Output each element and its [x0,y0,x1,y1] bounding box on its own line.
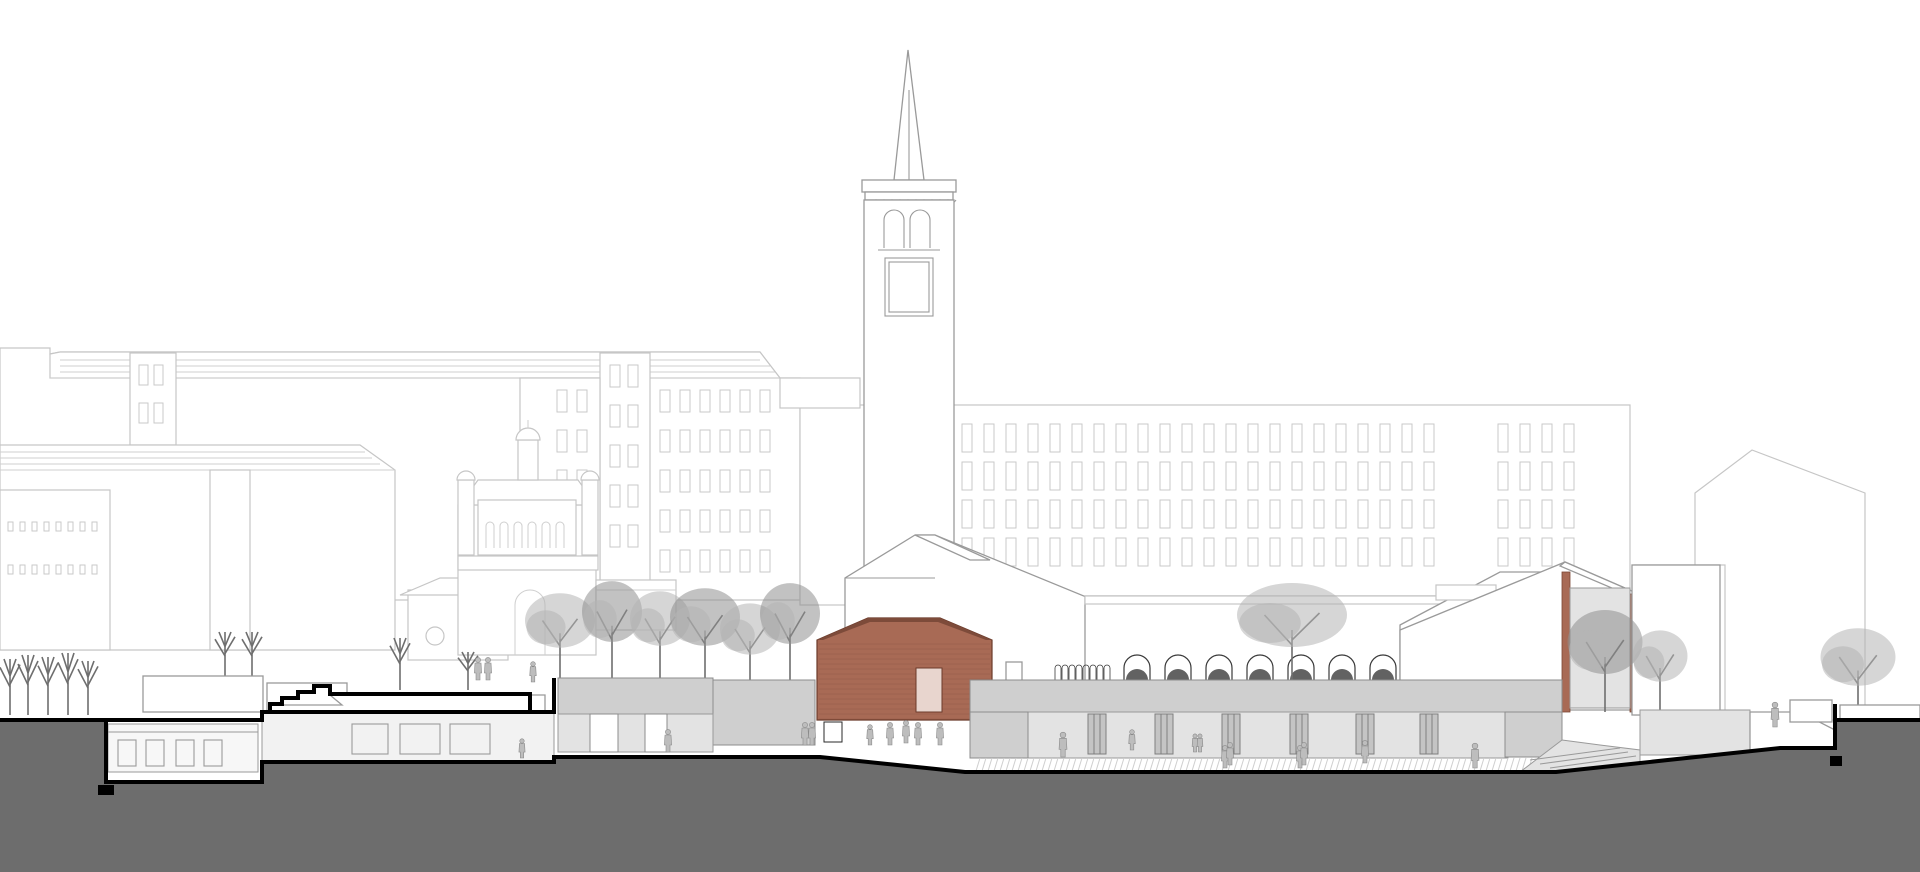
bare-tree [17,654,39,715]
person [1361,740,1369,764]
person [474,657,482,681]
person [886,722,894,746]
person [1226,742,1234,766]
person [936,722,944,746]
tree [760,583,820,680]
person [1470,742,1480,769]
site-section-drawing [0,49,1920,872]
bare-tree [77,660,99,715]
person [902,720,910,744]
bell-tower [861,49,957,601]
person [914,722,922,746]
person [529,661,537,683]
bare-tree [57,652,79,715]
bare-tree [37,656,59,715]
bare-tree [0,658,21,715]
person [866,724,874,746]
brick-pavilion [816,617,993,721]
person [484,657,492,681]
